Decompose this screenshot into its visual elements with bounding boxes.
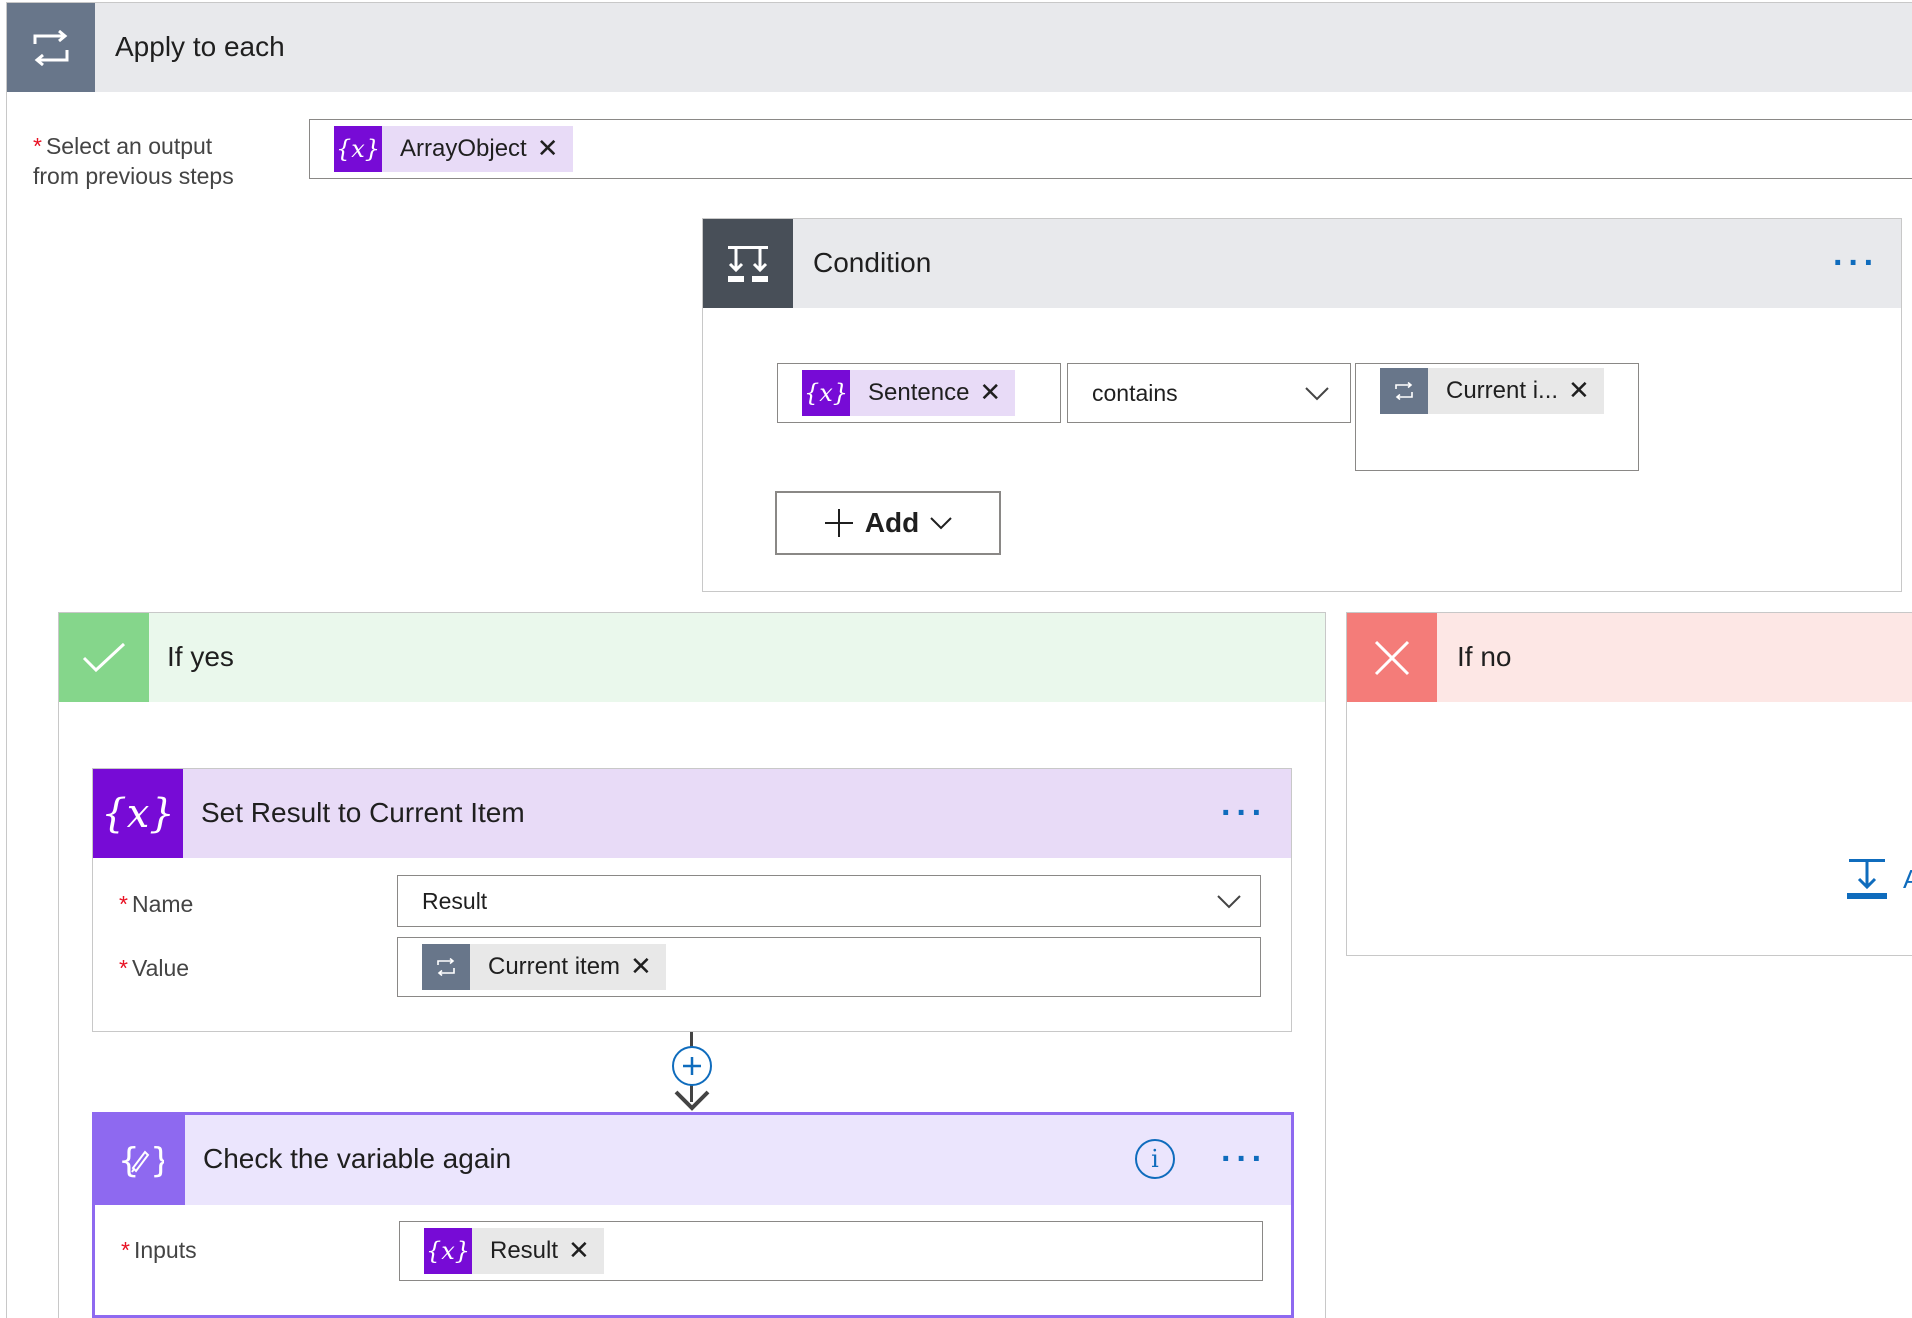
current-item-token[interactable]: Current i... ✕ bbox=[1380, 368, 1604, 414]
add-button-label: Add bbox=[864, 507, 920, 538]
variable-icon: {x} bbox=[802, 370, 850, 416]
name-label: * Name bbox=[119, 889, 193, 919]
compose-header[interactable]: { } Check the variable again i ··· bbox=[95, 1115, 1291, 1205]
if-yes-header[interactable]: If yes bbox=[59, 613, 1325, 702]
set-variable-title: Set Result to Current Item bbox=[201, 797, 525, 828]
compose-icon: { } bbox=[95, 1115, 185, 1205]
condition-more-icon[interactable]: ··· bbox=[1833, 246, 1879, 280]
remove-token-icon[interactable]: ✕ bbox=[979, 378, 1015, 408]
loop-icon bbox=[7, 3, 95, 92]
select-output-label-line2: from previous steps bbox=[33, 163, 234, 189]
variable-icon: {x} bbox=[334, 126, 382, 172]
condition-operator-select[interactable]: contains bbox=[1067, 363, 1351, 423]
condition-header[interactable]: Condition ··· bbox=[703, 219, 1901, 308]
condition-title: Condition bbox=[813, 247, 932, 278]
operator-value: contains bbox=[1092, 380, 1178, 406]
required-marker: * bbox=[119, 955, 128, 981]
variable-name-select[interactable]: Result bbox=[397, 875, 1261, 927]
current-item-token-label: Current i... bbox=[1446, 377, 1559, 404]
chevron-down-icon bbox=[930, 517, 952, 530]
if-yes-title: If yes bbox=[167, 641, 234, 672]
add-action-label: A bbox=[1903, 863, 1912, 894]
value-label-text: Value bbox=[131, 955, 190, 981]
result-token-label: Result bbox=[490, 1237, 559, 1264]
set-variable-more-icon[interactable]: ··· bbox=[1221, 796, 1267, 830]
sentence-token-label: Sentence bbox=[868, 379, 970, 406]
required-marker: * bbox=[121, 1237, 130, 1263]
inputs-label: * Inputs bbox=[121, 1235, 197, 1265]
set-variable-header[interactable]: {x} Set Result to Current Item ··· bbox=[93, 769, 1291, 858]
select-output-label: * Select an output from previous steps bbox=[33, 131, 234, 191]
compose-card: { } Check the variable again i ··· *Inpu… bbox=[92, 1112, 1294, 1318]
required-marker: * bbox=[119, 891, 128, 917]
value-label: * Value bbox=[119, 953, 189, 983]
compose-title: Check the variable again bbox=[203, 1143, 512, 1174]
condition-icon bbox=[703, 219, 793, 308]
checkmark-icon bbox=[59, 613, 149, 702]
variable-icon: {x} bbox=[424, 1228, 472, 1274]
chevron-down-icon bbox=[1305, 387, 1329, 401]
required-marker: * bbox=[33, 133, 42, 159]
add-action-link[interactable]: A bbox=[1845, 857, 1912, 901]
add-action-icon bbox=[1847, 859, 1887, 899]
result-token[interactable]: {x} Result ✕ bbox=[424, 1228, 604, 1274]
condition-left-operand[interactable]: {x} Sentence ✕ bbox=[777, 363, 1061, 423]
name-label-text: Name bbox=[131, 891, 194, 917]
current-item-token[interactable]: Current item ✕ bbox=[422, 944, 666, 990]
arrow-down-icon bbox=[674, 1090, 710, 1111]
array-object-token[interactable]: {x} ArrayObject ✕ bbox=[334, 126, 573, 172]
select-output-label-line1: Select an output bbox=[45, 133, 213, 159]
variable-name-value: Result bbox=[422, 888, 488, 914]
svg-text:{: { bbox=[118, 1141, 140, 1181]
inputs-label-text: Inputs bbox=[133, 1237, 197, 1263]
remove-token-icon[interactable]: ✕ bbox=[630, 952, 666, 982]
loop-icon bbox=[1380, 368, 1428, 414]
if-no-branch: If no A bbox=[1346, 612, 1912, 956]
current-item-token-label: Current item bbox=[488, 953, 621, 980]
if-no-header[interactable]: If no bbox=[1347, 613, 1912, 702]
svg-text:}: } bbox=[150, 1141, 164, 1181]
plus-icon bbox=[683, 1057, 701, 1075]
chevron-down-icon bbox=[1217, 895, 1241, 909]
apply-to-each-header[interactable]: Apply to each bbox=[7, 3, 1912, 92]
info-icon[interactable]: i bbox=[1135, 1139, 1175, 1179]
close-icon bbox=[1347, 613, 1437, 702]
remove-token-icon[interactable]: ✕ bbox=[568, 1236, 604, 1266]
compose-more-icon[interactable]: ··· bbox=[1221, 1142, 1267, 1176]
plus-icon bbox=[824, 509, 853, 537]
select-output-field[interactable]: {x} ArrayObject ✕ bbox=[309, 119, 1912, 179]
sentence-token[interactable]: {x} Sentence ✕ bbox=[802, 370, 1016, 416]
remove-token-icon[interactable]: ✕ bbox=[1568, 376, 1604, 406]
condition-card: Condition ··· {x} Sentence ✕ contains Cu… bbox=[702, 218, 1902, 592]
condition-right-operand[interactable]: Current i... ✕ bbox=[1355, 363, 1639, 471]
variable-icon: {x} bbox=[93, 769, 183, 858]
if-no-title: If no bbox=[1457, 641, 1512, 672]
add-condition-button[interactable]: Add bbox=[775, 491, 1001, 555]
set-variable-card: {x} Set Result to Current Item ··· * Name… bbox=[92, 768, 1292, 1032]
apply-to-each-title: Apply to each bbox=[115, 31, 285, 62]
insert-step-button[interactable] bbox=[672, 1046, 712, 1086]
compose-inputs-field[interactable]: {x} Result ✕ bbox=[399, 1221, 1263, 1281]
variable-value-field[interactable]: Current item ✕ bbox=[397, 937, 1261, 997]
loop-icon bbox=[422, 944, 470, 990]
array-object-token-label: ArrayObject bbox=[400, 135, 527, 162]
remove-token-icon[interactable]: ✕ bbox=[537, 134, 573, 164]
